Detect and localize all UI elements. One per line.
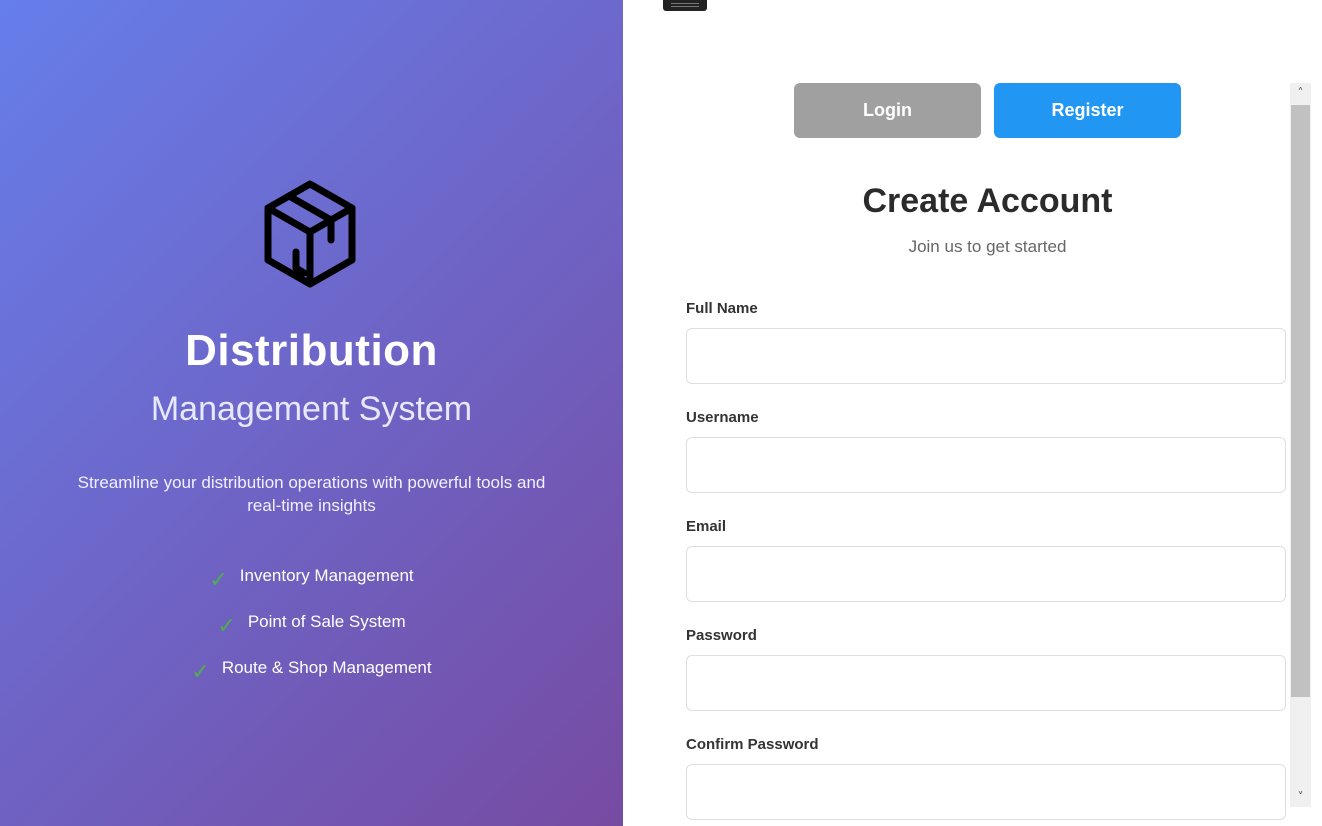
brand-title: Distribution: [185, 326, 438, 375]
brand-tagline: Streamline your distribution operations …: [77, 473, 546, 515]
feature-item: ✓ Inventory Management: [0, 566, 623, 612]
tab-login[interactable]: Login: [794, 83, 981, 138]
form-subtitle: Join us to get started: [908, 237, 1067, 256]
menu-icon[interactable]: [663, 0, 707, 11]
brand-subtitle: Management System: [150, 390, 473, 428]
check-icon: ✓: [209, 568, 228, 593]
check-icon: ✓: [217, 614, 236, 639]
tab-register[interactable]: Register: [994, 83, 1181, 138]
form-title: Create Account: [862, 182, 1113, 220]
scrollbar-thumb[interactable]: [1291, 105, 1310, 697]
feature-label: Inventory Management: [239, 566, 414, 585]
feature-label: Point of Sale System: [247, 612, 406, 631]
feature-item: ✓ Point of Sale System: [0, 612, 623, 658]
scroll-down-icon[interactable]: ˅: [1290, 787, 1311, 807]
full-name-label: Full Name: [686, 300, 758, 317]
password-input[interactable]: [686, 655, 1286, 711]
feature-item: ✓ Route & Shop Management: [0, 658, 623, 704]
confirm-password-label: Confirm Password: [686, 736, 819, 753]
brand-panel: Distribution Management System Streamlin…: [0, 0, 623, 826]
form-panel: Login Register Create Account Join us to…: [623, 0, 1322, 826]
email-input[interactable]: [686, 546, 1286, 602]
username-label: Username: [686, 409, 759, 426]
scroll-up-icon[interactable]: ˄: [1290, 83, 1311, 103]
confirm-password-input[interactable]: [686, 764, 1286, 820]
username-input[interactable]: [686, 437, 1286, 493]
email-label: Email: [686, 518, 727, 535]
check-icon: ✓: [191, 660, 210, 685]
full-name-input[interactable]: [686, 328, 1286, 384]
package-box-icon: [264, 180, 356, 288]
feature-list: ✓ Inventory Management ✓ Point of Sale S…: [0, 566, 623, 704]
password-label: Password: [686, 627, 757, 644]
form-scrollbar[interactable]: ˄ ˅: [1290, 83, 1311, 807]
feature-label: Route & Shop Management: [221, 658, 432, 677]
